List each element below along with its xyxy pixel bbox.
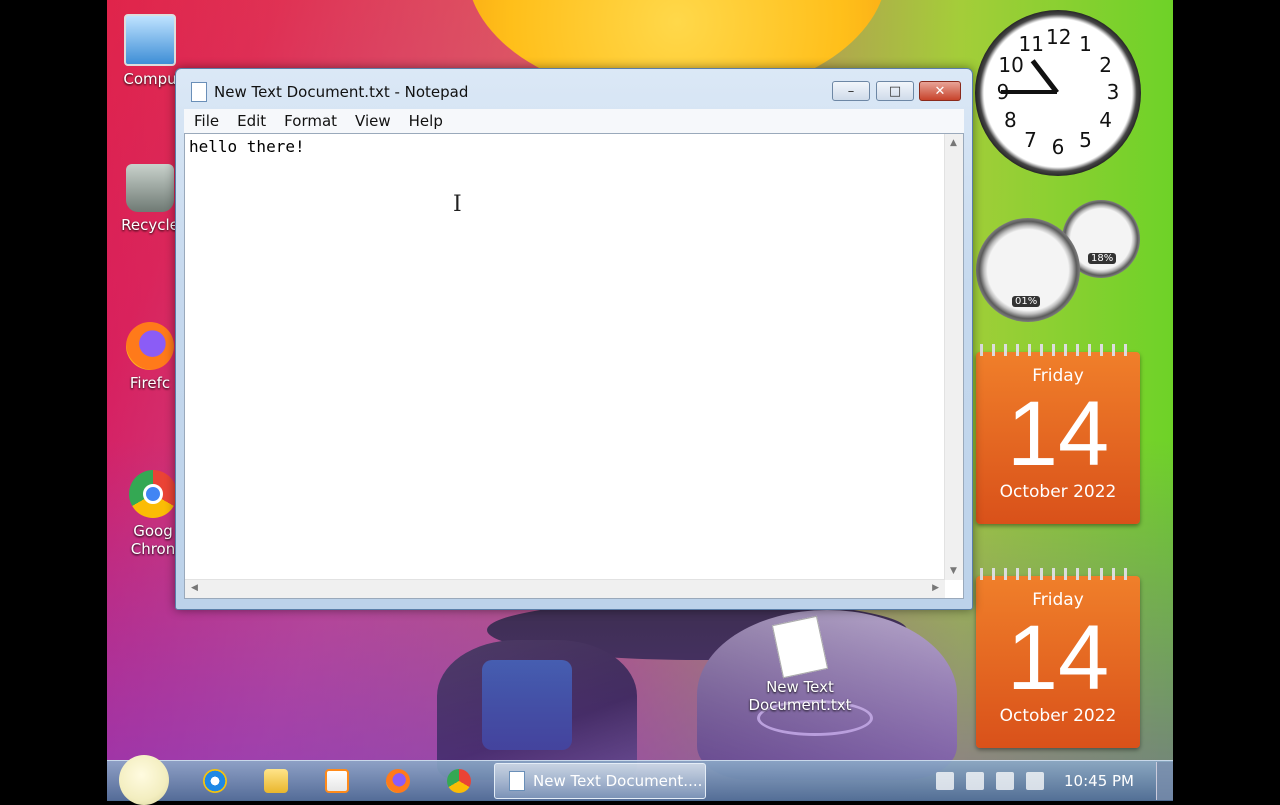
firefox-taskbar-icon[interactable] [386,769,410,793]
clock-number: 11 [1018,32,1044,57]
calendar-date: 14 [1006,383,1110,485]
calendar-month: October 2022 [999,482,1117,502]
chrome-icon [129,470,177,518]
scroll-left-icon[interactable]: ◀ [191,583,198,593]
clock-number: 5 [1079,127,1092,152]
clock-number: 12 [1046,25,1072,49]
notepad-icon [509,771,525,791]
internet-explorer-icon[interactable] [203,769,227,793]
taskbar: New Text Document.... 10:45 PM [107,755,1173,805]
computer-icon [124,14,176,66]
file-explorer-icon[interactable] [264,769,288,793]
text-editor[interactable]: hello there! ▲ ▼ ◀ ▶ [184,133,964,599]
chrome-taskbar-icon[interactable] [447,769,471,793]
recycle-bin-icon [126,164,174,212]
scroll-up-icon[interactable]: ▲ [950,138,957,148]
show-desktop-button[interactable] [1156,762,1173,800]
cpu-gauge[interactable]: 01% [976,218,1080,322]
clock-hour-hand [1030,59,1059,95]
calendar-rings [980,568,1136,580]
scroll-right-icon[interactable]: ▶ [932,583,939,593]
calendar-gadget[interactable]: Friday 14 October 2022 [976,344,1140,524]
network-icon[interactable] [996,772,1015,790]
editor-content[interactable]: hello there! [189,137,305,156]
menu-file[interactable]: File [184,112,227,130]
calendar-gadget[interactable]: Friday 14 October 2022 [976,568,1140,748]
cpu-value: 01% [1012,296,1041,307]
scroll-down-icon[interactable]: ▼ [950,566,957,576]
text-cursor-icon: I [453,192,462,217]
calendar-month: October 2022 [999,706,1117,726]
system-tray: 10:45 PM [930,761,1173,801]
volume-icon[interactable] [1026,772,1045,790]
calendar-date: 14 [1006,607,1110,709]
desktop-file-label: New Text Document.txt [748,678,852,714]
minimize-button[interactable]: – [832,81,870,101]
window-title: New Text Document.txt - Notepad [214,83,469,101]
menu-format[interactable]: Format [274,112,345,130]
title-bar[interactable]: New Text Document.txt - Notepad – □ ✕ [176,69,972,109]
menu-view[interactable]: View [345,112,399,130]
memory-value: 18% [1088,253,1117,264]
menu-help[interactable]: Help [399,112,451,130]
text-file-icon [771,615,829,679]
clock-gadget[interactable]: 121234567891011 [975,10,1141,176]
clock-minute-hand [1001,90,1057,94]
notepad-window[interactable]: New Text Document.txt - Notepad – □ ✕ Fi… [175,68,973,610]
clock-number: 8 [1003,107,1017,132]
task-label: New Text Document.... [533,772,703,790]
notepad-icon [191,82,207,102]
menu-bar: File Edit Format View Help [184,109,964,133]
calendar-rings [980,344,1136,356]
horizontal-scrollbar[interactable]: ◀ ▶ [185,579,945,598]
taskbar-clock[interactable]: 10:45 PM [1064,772,1134,790]
menu-edit[interactable]: Edit [227,112,274,130]
clock-number: 3 [1106,80,1120,104]
desktop-icon-text-file[interactable]: New Text Document.txt [744,615,856,714]
close-button[interactable]: ✕ [919,81,961,101]
firefox-icon [126,322,174,370]
clock-number: 2 [1099,52,1112,77]
action-center-flag-icon[interactable] [966,772,985,790]
vertical-scrollbar[interactable]: ▲ ▼ [944,134,963,580]
media-player-icon[interactable] [325,769,349,793]
wallpaper-shoe-left [437,640,637,780]
taskbar-notepad-task[interactable]: New Text Document.... [494,763,706,799]
start-button[interactable] [119,755,169,805]
clock-number: 6 [1051,135,1065,159]
maximize-button[interactable]: □ [876,81,914,101]
security-icon[interactable] [936,772,955,790]
